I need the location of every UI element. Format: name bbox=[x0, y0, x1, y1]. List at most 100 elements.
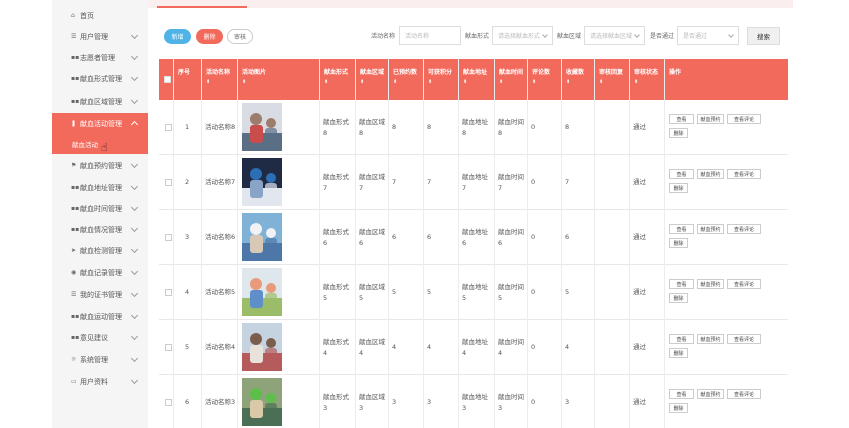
sidebar-item[interactable]: ◉ 献血记录管理 bbox=[52, 262, 148, 283]
sidebar-subitem-activity[interactable]: 献血活动 bbox=[52, 134, 148, 154]
view-button[interactable]: 查看 bbox=[669, 334, 694, 344]
view-comments-button[interactable]: 查看评论 bbox=[727, 279, 761, 289]
audit-button[interactable]: 审核 bbox=[227, 29, 253, 44]
sort-icon[interactable]: ⬍ bbox=[532, 79, 550, 85]
sidebar-item[interactable]: ▪▪ 意见建议 bbox=[52, 327, 148, 348]
delete-row-button[interactable]: 删除 bbox=[669, 293, 688, 303]
sort-icon[interactable]: ⬍ bbox=[206, 79, 230, 85]
favorite-count: 5 bbox=[565, 288, 570, 296]
reserve-button[interactable]: 献血预约 bbox=[697, 279, 724, 289]
reserve-button[interactable]: 献血预约 bbox=[697, 224, 724, 234]
column-header[interactable]: 操作 bbox=[665, 59, 681, 100]
sort-icon[interactable]: ⬍ bbox=[428, 79, 452, 85]
sidebar-item[interactable]: ☰ 用户管理 bbox=[52, 26, 148, 47]
view-button[interactable]: 查看 bbox=[669, 114, 694, 124]
sidebar-item[interactable]: ▪▪ 献血地址管理 bbox=[52, 177, 148, 198]
column-header[interactable]: 献血形式 ⬍ bbox=[320, 59, 348, 100]
activity-name-input[interactable]: 活动名称 bbox=[399, 26, 461, 45]
activity-image[interactable] bbox=[242, 103, 282, 151]
column-header[interactable]: 审核回复 ⬍ bbox=[595, 59, 623, 100]
sidebar-item[interactable]: ➤ 献血检测管理 bbox=[52, 240, 148, 261]
view-comments-button[interactable]: 查看评论 bbox=[727, 224, 761, 234]
row-checkbox[interactable] bbox=[165, 124, 172, 131]
view-button[interactable]: 查看 bbox=[669, 389, 694, 399]
sidebar-item[interactable]: ▪▪ 志愿者管理 bbox=[52, 47, 148, 68]
blood-area-value: 5 bbox=[359, 294, 364, 302]
sort-icon[interactable]: ⬍ bbox=[242, 79, 266, 85]
delete-row-button[interactable]: 删除 bbox=[669, 238, 688, 248]
reserve-button[interactable]: 献血预约 bbox=[697, 389, 724, 399]
row-checkbox[interactable] bbox=[165, 344, 172, 351]
top-tab-active[interactable] bbox=[157, 0, 247, 8]
column-header[interactable]: 序号 bbox=[174, 59, 190, 100]
reserve-button[interactable]: 献血预约 bbox=[697, 114, 724, 124]
delete-button[interactable]: 删除 bbox=[196, 29, 223, 44]
sidebar-item[interactable]: ▭ 用户资料 bbox=[52, 371, 148, 392]
column-header[interactable]: 活动名称 ⬍ bbox=[202, 59, 230, 100]
points: 6 bbox=[427, 233, 432, 241]
sidebar-item[interactable]: ▪▪ 献血区域管理 bbox=[52, 91, 148, 112]
row-checkbox[interactable] bbox=[165, 399, 172, 406]
area-select[interactable]: 请选择献血区域 bbox=[584, 26, 645, 45]
blood-area: 献血区域 4 bbox=[359, 337, 385, 359]
delete-row-button[interactable]: 删除 bbox=[669, 403, 688, 413]
sort-icon[interactable]: ⬍ bbox=[634, 79, 658, 85]
view-button[interactable]: 查看 bbox=[669, 279, 694, 289]
sort-icon[interactable]: ⬍ bbox=[566, 79, 584, 85]
column-header[interactable]: 献血时间 ⬍ bbox=[495, 59, 523, 100]
grid-icon: ▪▪ bbox=[71, 54, 80, 61]
column-header[interactable]: 收藏数 ⬍ bbox=[562, 59, 584, 100]
activity-image[interactable] bbox=[242, 213, 282, 261]
reserved-count: 5 bbox=[392, 288, 397, 296]
view-comments-button[interactable]: 查看评论 bbox=[727, 334, 761, 344]
activity-image[interactable] bbox=[242, 378, 282, 426]
activity-image[interactable] bbox=[242, 158, 282, 206]
column-header[interactable]: 评论数 ⬍ bbox=[528, 59, 550, 100]
view-comments-button[interactable]: 查看评论 bbox=[727, 389, 761, 399]
sidebar-item[interactable]: ▪▪ 献血运动管理 bbox=[52, 306, 148, 327]
column-header[interactable]: 审核状态 ⬍ bbox=[630, 59, 658, 100]
search-button[interactable]: 搜索 bbox=[747, 27, 780, 45]
column-header[interactable]: 献血区域 ⬍ bbox=[356, 59, 384, 100]
delete-row-button[interactable]: 删除 bbox=[669, 183, 688, 193]
sidebar-item[interactable]: ▪▪ 献血形式管理 bbox=[52, 68, 148, 89]
sidebar-item[interactable]: ⌂ 首页 bbox=[52, 5, 148, 26]
column-header[interactable]: 献血地址 ⬍ bbox=[459, 59, 487, 100]
pass-select[interactable]: 是否通过 bbox=[677, 26, 739, 45]
view-comments-button[interactable]: 查看评论 bbox=[727, 169, 761, 179]
table-header: 序号 活动名称 ⬍ 活动图片 ⬍ 献血形式 ⬍ 献血区域 ⬍ 已预约数 ⬍ 可获积分 ⬍ 献血地址 ⬍ 献血时… bbox=[159, 59, 788, 100]
activity-image[interactable] bbox=[242, 323, 282, 371]
sort-icon[interactable]: ⬍ bbox=[463, 79, 487, 85]
sort-icon[interactable]: ⬍ bbox=[393, 79, 417, 85]
page: ⌂ 首页 ☰ 用户管理 ▪▪ 志愿者管理 ▪▪ 献血形式管理 ▪▪ 献血区域管理 ❚ 献血活动管理 ⚑ 献… bbox=[0, 0, 849, 428]
sort-icon[interactable]: ⬍ bbox=[499, 79, 523, 85]
column-header[interactable]: 可获积分 ⬍ bbox=[424, 59, 452, 100]
delete-row-button[interactable]: 删除 bbox=[669, 128, 688, 138]
column-header[interactable]: 活动图片 ⬍ bbox=[238, 59, 266, 100]
column-header[interactable]: 已预约数 ⬍ bbox=[389, 59, 417, 100]
reserve-button[interactable]: 献血预约 bbox=[697, 169, 724, 179]
sort-icon[interactable]: ⬍ bbox=[360, 79, 384, 85]
activity-image[interactable] bbox=[242, 268, 282, 316]
reserve-button[interactable]: 献血预约 bbox=[697, 334, 724, 344]
sidebar-item[interactable]: ▪▪ 献血情况管理 bbox=[52, 219, 148, 240]
sidebar-item[interactable]: ▪▪ 献血时间管理 bbox=[52, 198, 148, 219]
form-select[interactable]: 请选择献血形式 bbox=[492, 26, 553, 45]
sidebar-item[interactable]: ❚ 献血活动管理 bbox=[52, 113, 148, 134]
select-all-checkbox[interactable] bbox=[164, 76, 171, 83]
sidebar-item[interactable]: ☰ 我的证书管理 bbox=[52, 284, 148, 305]
row-checkbox[interactable] bbox=[165, 289, 172, 296]
add-button[interactable]: 新增 bbox=[164, 29, 191, 44]
sort-icon[interactable]: ⬍ bbox=[599, 79, 623, 85]
row-checkbox[interactable] bbox=[165, 179, 172, 186]
sidebar-item[interactable]: ⚑ 献血预约管理 bbox=[52, 155, 148, 176]
sort-icon[interactable]: ⬍ bbox=[324, 79, 348, 85]
view-button[interactable]: 查看 bbox=[669, 224, 694, 234]
blood-area: 献血区域 3 bbox=[359, 392, 385, 414]
view-comments-button[interactable]: 查看评论 bbox=[727, 114, 761, 124]
sidebar-item[interactable]: ☼ 系统管理 bbox=[52, 349, 148, 370]
row-checkbox[interactable] bbox=[165, 234, 172, 241]
delete-row-button[interactable]: 删除 bbox=[669, 348, 688, 358]
view-button[interactable]: 查看 bbox=[669, 169, 694, 179]
blood-address-label: 献血地址 bbox=[462, 228, 488, 236]
